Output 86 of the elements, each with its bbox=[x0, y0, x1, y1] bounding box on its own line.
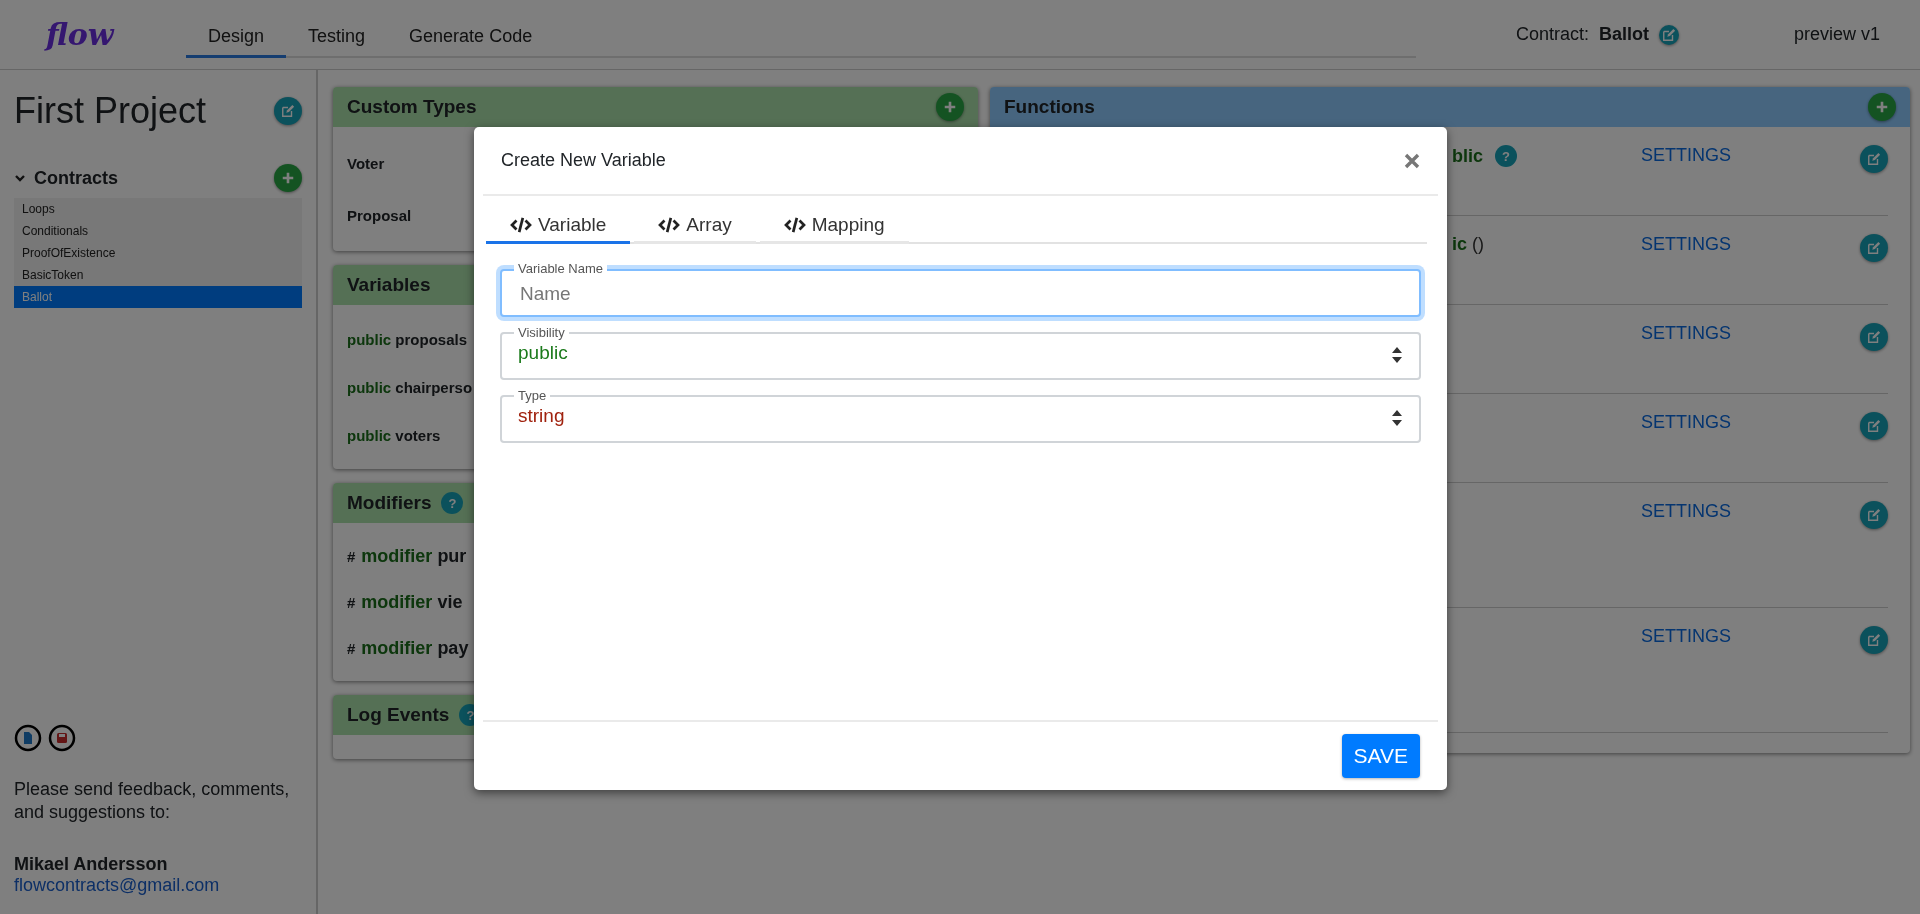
edit-button[interactable] bbox=[274, 97, 302, 125]
type-name: Proposal bbox=[347, 206, 412, 224]
settings-link[interactable]: SETTINGS bbox=[1641, 234, 1731, 255]
edit-button[interactable] bbox=[1860, 626, 1888, 654]
edit-icon bbox=[1867, 419, 1881, 433]
variable-entry: public voters bbox=[347, 426, 441, 444]
file-icon[interactable] bbox=[14, 724, 42, 752]
edit-button[interactable] bbox=[1860, 412, 1888, 440]
dropdown-field[interactable]: Visibility public bbox=[500, 325, 1421, 380]
code-icon bbox=[783, 215, 806, 234]
contract-item[interactable]: Loops bbox=[14, 198, 302, 220]
edit-icon bbox=[1867, 152, 1881, 166]
email-link[interactable]: flowcontracts@gmail.com bbox=[14, 875, 302, 896]
help-icon[interactable]: ? bbox=[441, 492, 464, 514]
edit-button[interactable] bbox=[1860, 234, 1888, 262]
type-name: Voter bbox=[347, 154, 385, 172]
settings-link[interactable]: SETTINGS bbox=[1641, 323, 1731, 344]
edit-icon bbox=[1867, 508, 1881, 522]
feedback-text: Please send feedback, comments, and suggestions to: bbox=[14, 778, 291, 824]
field-label: Variable Name bbox=[514, 262, 608, 276]
edit-button[interactable] bbox=[1860, 145, 1888, 173]
author-name: Mikael Andersson bbox=[14, 854, 169, 875]
contract-label: Contract: bbox=[1516, 24, 1590, 45]
add-button[interactable] bbox=[274, 164, 302, 192]
project-title: First Project bbox=[14, 90, 207, 132]
contract-item[interactable]: Conditionals bbox=[14, 220, 302, 242]
edit-button[interactable] bbox=[1860, 323, 1888, 351]
contract-item[interactable]: Ballot bbox=[14, 286, 302, 308]
dropdown-value: string bbox=[518, 404, 566, 428]
contract-name: Ballot bbox=[1599, 24, 1650, 45]
panel-title: Log Events bbox=[347, 704, 450, 726]
modifier-entry: modifier pur bbox=[361, 545, 467, 567]
chevron-icon[interactable] bbox=[14, 172, 26, 184]
nav-tab[interactable]: Testing bbox=[286, 26, 388, 58]
code-icon bbox=[510, 215, 532, 234]
settings-link[interactable]: SETTINGS bbox=[1641, 145, 1731, 166]
modal-tab[interactable]: Variable bbox=[486, 208, 631, 244]
logo: flow bbox=[46, 17, 116, 52]
sort-arrows-icon bbox=[1391, 409, 1403, 427]
version-label: preview v1 bbox=[1793, 24, 1880, 45]
edit-icon bbox=[1867, 241, 1881, 255]
settings-link[interactable]: SETTINGS bbox=[1641, 626, 1731, 647]
code-icon bbox=[658, 215, 681, 234]
field-label: Type bbox=[517, 388, 548, 403]
panel-title: Functions bbox=[1004, 96, 1095, 118]
dropdown-value: public bbox=[518, 341, 569, 365]
section-title: Contracts bbox=[34, 167, 118, 189]
edit-button[interactable] bbox=[1659, 24, 1680, 45]
help-icon[interactable]: ? bbox=[1495, 145, 1517, 167]
save-icon[interactable] bbox=[48, 724, 76, 752]
modal-title: Create New Variable bbox=[501, 150, 666, 171]
sort-arrows-icon bbox=[1391, 346, 1403, 364]
variable-entry: public proposals bbox=[347, 330, 468, 348]
save-button[interactable]: SAVE bbox=[1341, 734, 1420, 778]
edit-icon bbox=[1867, 633, 1881, 647]
hash-mark: # bbox=[347, 547, 356, 565]
modal-tab[interactable]: Mapping bbox=[759, 208, 909, 244]
modal-tab[interactable]: Array bbox=[634, 208, 756, 244]
function-signature: ic () bbox=[1452, 234, 1485, 255]
contract-item[interactable]: ProofOfExistence bbox=[14, 242, 302, 264]
modifier-entry: modifier pay bbox=[361, 637, 469, 659]
add-button[interactable] bbox=[1868, 93, 1896, 121]
variable-entry: public chairperso bbox=[347, 378, 473, 396]
edit-icon bbox=[1662, 27, 1677, 42]
panel-title: Custom Types bbox=[347, 96, 477, 118]
plus-icon bbox=[1875, 100, 1889, 114]
hash-mark: # bbox=[347, 593, 356, 611]
settings-link[interactable]: SETTINGS bbox=[1641, 412, 1731, 433]
panel-title: Modifiers bbox=[347, 492, 432, 514]
modifier-entry: modifier vie bbox=[361, 591, 463, 613]
edit-icon bbox=[281, 104, 295, 118]
plus-icon bbox=[943, 100, 957, 114]
settings-link[interactable]: SETTINGS bbox=[1641, 501, 1731, 522]
field-label: Visibility bbox=[517, 325, 566, 340]
edit-button[interactable] bbox=[1860, 501, 1888, 529]
plus-icon bbox=[281, 171, 295, 185]
nav-tab[interactable]: Generate Code bbox=[387, 26, 555, 58]
contract-item[interactable]: BasicToken bbox=[14, 264, 302, 286]
function-signature: blic bbox=[1452, 145, 1483, 167]
close-icon[interactable] bbox=[1404, 152, 1420, 169]
nav-tab[interactable]: Design bbox=[186, 26, 287, 58]
edit-icon bbox=[1867, 330, 1881, 344]
dropdown-field[interactable]: Type string bbox=[500, 388, 1421, 443]
add-button[interactable] bbox=[936, 93, 964, 121]
hash-mark: # bbox=[347, 639, 356, 657]
panel-title: Variables bbox=[347, 274, 431, 296]
